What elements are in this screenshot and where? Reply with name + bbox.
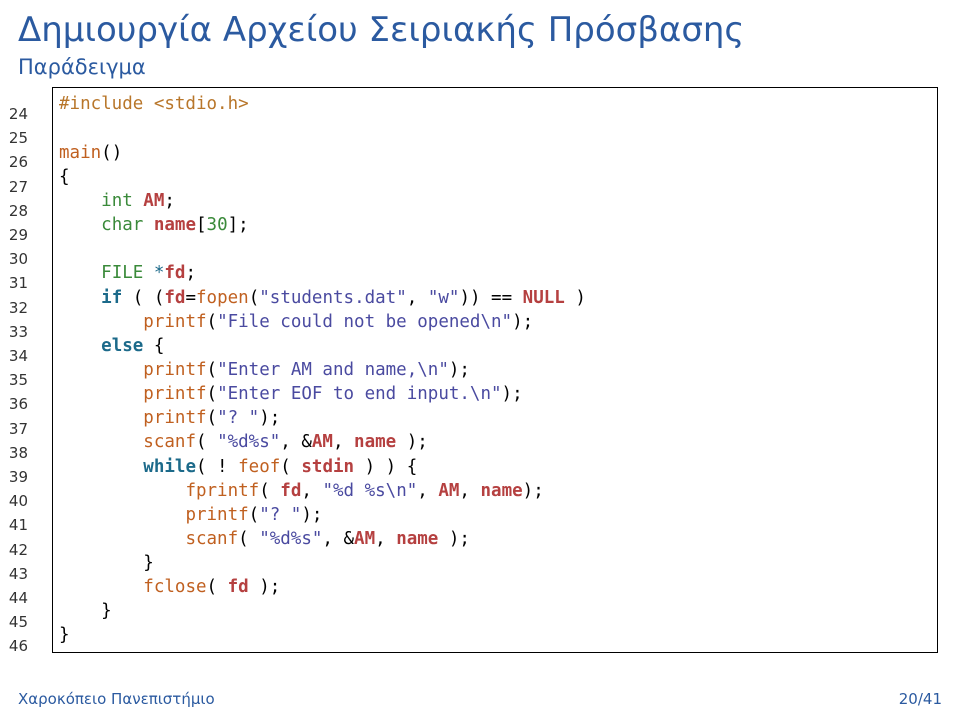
type-file: FILE: [101, 263, 143, 283]
punct: ,: [459, 481, 480, 501]
str: "%d%s": [217, 432, 280, 452]
fn-scanf: scanf: [185, 529, 238, 549]
var-fd: fd: [164, 263, 185, 283]
punct: ( !: [196, 457, 238, 477]
var-name: name: [396, 529, 438, 549]
punct: );: [249, 577, 281, 597]
str: "? ": [217, 408, 259, 428]
punct: (: [207, 312, 218, 332]
punct: (: [207, 577, 228, 597]
str: "w": [428, 288, 460, 308]
var-fd: fd: [280, 481, 301, 501]
kw-while: while: [143, 457, 196, 477]
fn-printf: printf: [143, 408, 206, 428]
punct: );: [396, 432, 428, 452]
punct: ;: [164, 191, 175, 211]
punct: );: [301, 505, 322, 525]
code-listing: #include <stdio.h> main() { int AM; char…: [52, 87, 938, 652]
var-am: AM: [354, 529, 375, 549]
punct: (: [259, 481, 280, 501]
punct: (: [249, 505, 260, 525]
punct: );: [438, 529, 470, 549]
slide-footer: Χαροκόπειο Πανεπιστήμιο 20/41: [18, 690, 942, 708]
punct: , &: [322, 529, 354, 549]
punct: ,: [333, 432, 354, 452]
var-name: name: [481, 481, 523, 501]
punct: }: [143, 553, 154, 573]
footer-left: Χαροκόπειο Πανεπιστήμιο: [18, 690, 215, 708]
punct: (: [238, 529, 259, 549]
punct: )) ==: [459, 288, 522, 308]
punct: ,: [417, 481, 438, 501]
kw-char: char: [101, 215, 143, 235]
punct: =: [185, 288, 196, 308]
fn-printf: printf: [185, 505, 248, 525]
punct: , &: [280, 432, 312, 452]
const-null: NULL: [523, 288, 565, 308]
fn-printf: printf: [143, 360, 206, 380]
punct: [: [196, 215, 207, 235]
fn-scanf: scanf: [143, 432, 196, 452]
punct: }: [59, 625, 70, 645]
punct: (: [280, 457, 301, 477]
var-fd: fd: [164, 288, 185, 308]
punct: ) ) {: [354, 457, 417, 477]
fn-printf: printf: [143, 384, 206, 404]
kw-if: if: [101, 288, 122, 308]
kw-else: else: [101, 336, 143, 356]
lit-30: 30: [207, 215, 228, 235]
punct: ,: [375, 529, 396, 549]
punct: (: [249, 288, 260, 308]
line-number-gutter: 2425262728293031323334353637383940414243…: [2, 102, 28, 659]
punct: ): [565, 288, 586, 308]
fn-feof: feof: [238, 457, 280, 477]
str: "%d %s\n": [322, 481, 417, 501]
star: *: [143, 263, 164, 283]
punct: (: [196, 432, 217, 452]
str: "Enter AM and name,\n": [217, 360, 449, 380]
punct: ];: [228, 215, 249, 235]
fn-main: main: [59, 143, 101, 163]
punct: ( (: [122, 288, 164, 308]
var-name: name: [354, 432, 396, 452]
var-name: name: [143, 215, 196, 235]
punct: (): [101, 143, 122, 163]
punct: );: [502, 384, 523, 404]
str: "? ": [259, 505, 301, 525]
fn-printf: printf: [143, 312, 206, 332]
str: "Enter EOF to end input.\n": [217, 384, 501, 404]
punct: ,: [301, 481, 322, 501]
punct: );: [259, 408, 280, 428]
slide-title: Δημιουργία Αρχείου Σειριακής Πρόσβασης: [18, 12, 942, 49]
fn-fclose: fclose: [143, 577, 206, 597]
punct: {: [143, 336, 164, 356]
fn-fopen: fopen: [196, 288, 249, 308]
punct: ,: [407, 288, 428, 308]
var-fd: fd: [228, 577, 249, 597]
var-stdin: stdin: [301, 457, 354, 477]
punct: (: [207, 408, 218, 428]
punct: );: [449, 360, 470, 380]
str: "%d%s": [259, 529, 322, 549]
var-am: AM: [133, 191, 165, 211]
footer-right: 20/41: [899, 690, 942, 708]
punct: }: [101, 601, 112, 621]
var-am: AM: [438, 481, 459, 501]
fn-fprintf: fprintf: [185, 481, 259, 501]
pp-include: #include <stdio.h>: [59, 94, 249, 114]
str: "File could not be opened\n": [217, 312, 512, 332]
var-am: AM: [312, 432, 333, 452]
kw-int: int: [101, 191, 133, 211]
punct: {: [59, 167, 70, 187]
slide-subtitle: Παράδειγμα: [18, 55, 942, 79]
str: "students.dat": [259, 288, 407, 308]
punct: (: [207, 360, 218, 380]
punct: );: [523, 481, 544, 501]
punct: (: [207, 384, 218, 404]
punct: ;: [185, 263, 196, 283]
punct: );: [512, 312, 533, 332]
